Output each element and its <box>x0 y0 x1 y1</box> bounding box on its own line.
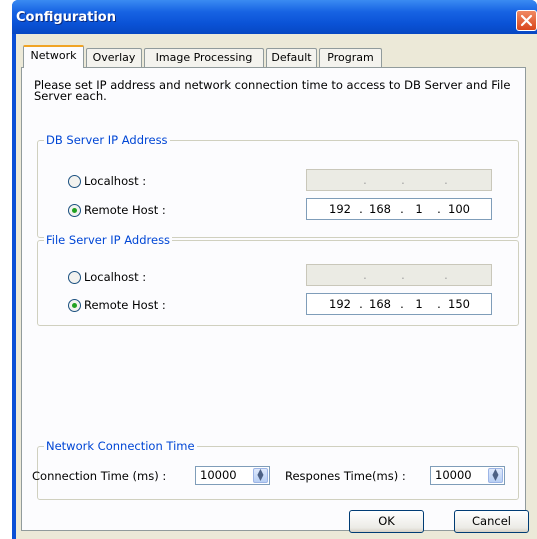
window-title: Configuration <box>16 10 116 25</box>
tab-overlay[interactable]: Overlay <box>86 48 142 67</box>
tab-label: Program <box>327 51 374 64</box>
ip-octet[interactable]: 100 <box>444 199 474 219</box>
response-time-spinner[interactable]: 10000 ▲ ▼ <box>430 466 505 485</box>
connection-time-label: Connection Time (ms) : <box>32 469 167 483</box>
db-server-group: DB Server IP Address Localhost : . . . R… <box>37 133 519 238</box>
file-server-group: File Server IP Address Localhost : . . .… <box>37 233 519 326</box>
db-localhost-option[interactable]: Localhost : <box>68 174 146 188</box>
file-remote-option[interactable]: Remote Host : <box>68 298 166 312</box>
file-localhost-ip-field: . . . <box>306 264 492 286</box>
db-remote-ip-field[interactable]: 192 . 168 . 1 . 100 <box>306 198 492 220</box>
close-button[interactable] <box>516 10 537 31</box>
response-time-value[interactable]: 10000 <box>435 468 472 482</box>
db-remote-label: Remote Host : <box>84 202 166 217</box>
file-remote-radio[interactable] <box>68 298 81 312</box>
tab-label: Overlay <box>92 51 136 64</box>
connection-time-spinner[interactable]: 10000 ▲ ▼ <box>195 466 270 485</box>
ip-octet[interactable]: 1 <box>404 199 434 219</box>
spin-updown-icon[interactable]: ▲ ▼ <box>488 468 503 483</box>
ip-octet[interactable]: 168 <box>365 294 395 314</box>
title-bar[interactable]: Configuration <box>12 0 537 34</box>
spin-updown-icon[interactable]: ▲ ▼ <box>253 468 268 483</box>
dialog-client-area: Network Overlay Image Processing Default… <box>16 34 537 539</box>
network-description: Please set IP address and network connec… <box>34 78 511 103</box>
network-connection-group: Network Connection Time Connection Time … <box>32 439 519 500</box>
db-localhost-label: Localhost : <box>84 173 147 188</box>
ip-octet[interactable]: 168 <box>365 199 395 219</box>
file-localhost-label: Localhost : <box>84 269 147 284</box>
connection-time-value[interactable]: 10000 <box>200 468 237 482</box>
response-time-label: Respones Time(ms) : <box>285 469 406 483</box>
file-localhost-option[interactable]: Localhost : <box>68 270 146 284</box>
connection-group-title: Network Connection Time <box>44 439 197 453</box>
tab-image-processing[interactable]: Image Processing <box>144 48 264 67</box>
file-remote-ip-field[interactable]: 192 . 168 . 1 . 150 <box>306 293 492 315</box>
ok-button-label: OK <box>378 514 395 528</box>
db-localhost-radio[interactable] <box>68 174 81 188</box>
db-server-group-title: DB Server IP Address <box>44 133 170 147</box>
tab-program[interactable]: Program <box>319 48 382 67</box>
cancel-button-label: Cancel <box>472 514 511 528</box>
ip-octet[interactable]: 150 <box>444 294 474 314</box>
tab-label: Image Processing <box>155 51 253 64</box>
tab-network[interactable]: Network <box>23 45 84 68</box>
network-tab-panel: Please set IP address and network connec… <box>21 67 526 531</box>
ip-octet[interactable]: 1 <box>404 294 434 314</box>
db-localhost-ip-field: . . . <box>306 169 492 191</box>
file-server-group-title: File Server IP Address <box>44 233 173 247</box>
tab-label: Network <box>30 49 77 62</box>
ok-button[interactable]: OK <box>349 510 424 533</box>
ip-octet[interactable]: 192 <box>325 294 355 314</box>
configuration-window: Configuration Network Overlay Image Proc… <box>12 0 537 539</box>
ip-octet[interactable]: 192 <box>325 199 355 219</box>
file-localhost-radio[interactable] <box>68 270 81 284</box>
db-remote-radio[interactable] <box>68 203 81 217</box>
tab-label: Default <box>271 51 312 64</box>
cancel-button[interactable]: Cancel <box>454 510 529 533</box>
file-remote-label: Remote Host : <box>84 297 166 312</box>
tab-default[interactable]: Default <box>266 48 317 67</box>
db-remote-option[interactable]: Remote Host : <box>68 203 166 217</box>
close-icon <box>520 14 533 27</box>
